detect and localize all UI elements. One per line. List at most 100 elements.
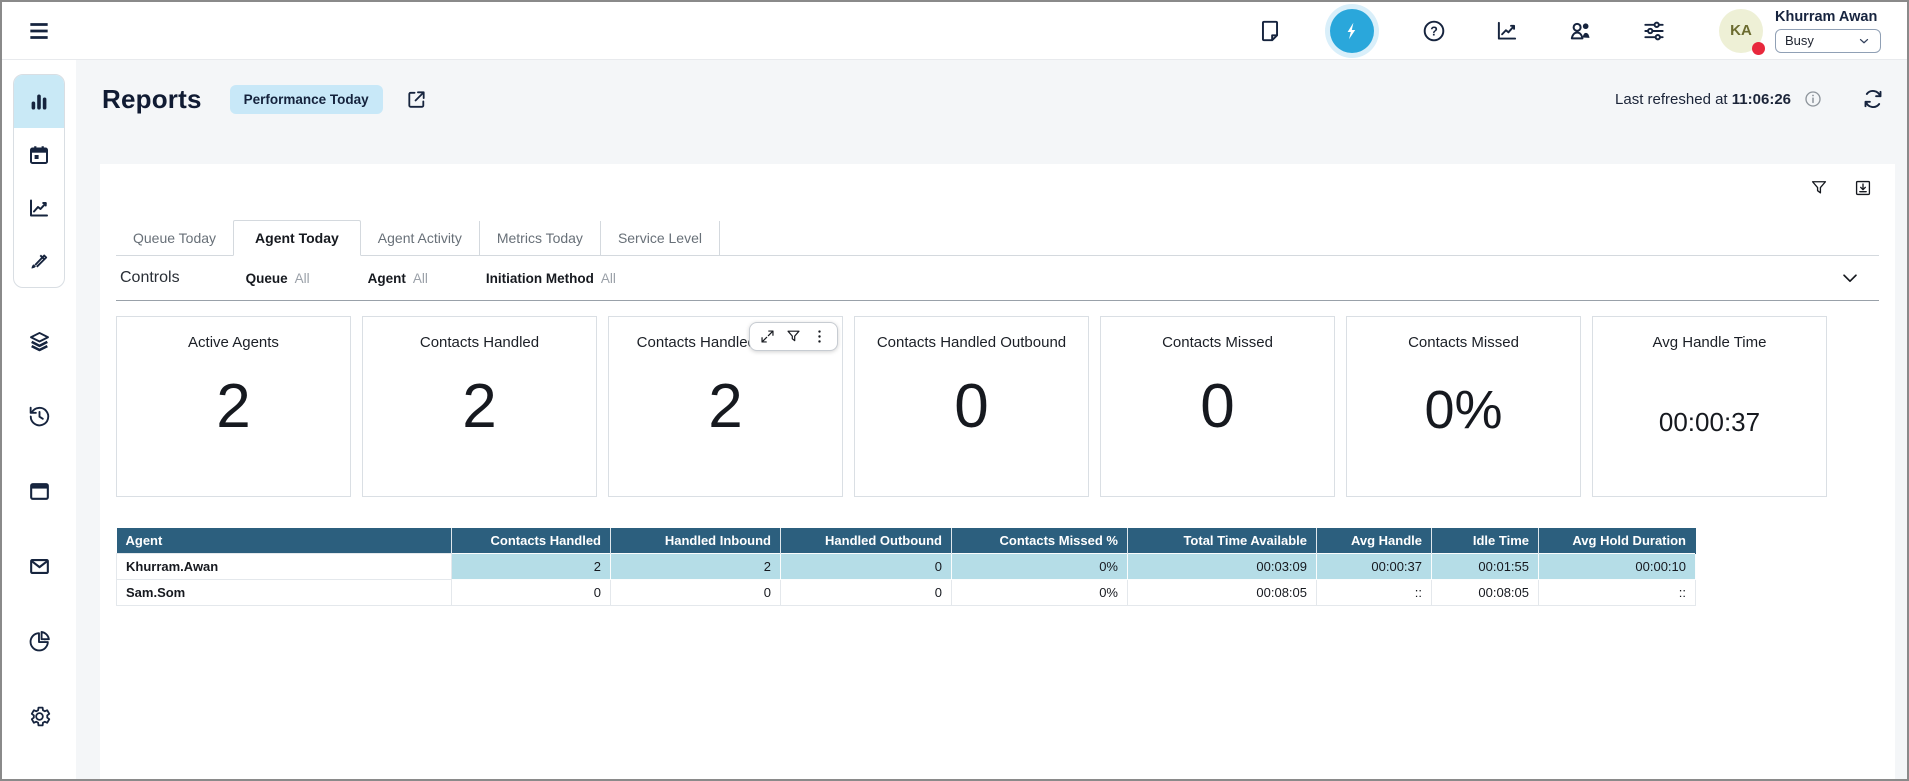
refresh-icon[interactable] — [1861, 87, 1885, 111]
kpi-card-contacts-handled-outbound: Contacts Handled Outbound 0 — [854, 316, 1089, 497]
column-header[interactable]: Contacts Handled — [452, 528, 611, 554]
external-link-icon[interactable] — [405, 88, 428, 111]
tab-service-level[interactable]: Service Level — [601, 221, 720, 255]
filter-initiation-method[interactable]: Initiation MethodAll — [486, 271, 616, 286]
last-refreshed-label: Last refreshed at 11:06:26 — [1615, 91, 1791, 108]
user-name: Khurram Awan — [1775, 9, 1881, 25]
cell: 0 — [611, 580, 781, 606]
preferences-icon[interactable] — [1641, 18, 1667, 44]
column-header[interactable]: Total Time Available — [1128, 528, 1317, 554]
report-badge: Performance Today — [230, 85, 383, 114]
tab-metrics-today[interactable]: Metrics Today — [480, 221, 601, 255]
filter-agent[interactable]: AgentAll — [368, 271, 428, 286]
sidebar-item-settings[interactable] — [13, 689, 65, 743]
table-row: Khurram.Awan 2 2 0 0% 00:03:09 00:00:37 … — [117, 554, 1696, 580]
sidebar — [2, 60, 76, 779]
panel-toolbar — [116, 174, 1879, 202]
cell: :: — [1317, 580, 1432, 606]
info-icon[interactable] — [1803, 89, 1823, 109]
filter-icon[interactable] — [785, 328, 802, 345]
kpi-title: Contacts Handled Outbound — [855, 334, 1088, 351]
sidebar-item-history[interactable] — [13, 389, 65, 443]
report-panel: Queue Today Agent Today Agent Activity M… — [100, 164, 1895, 779]
sidebar-item-design[interactable] — [14, 234, 64, 287]
tab-queue-today[interactable]: Queue Today — [116, 221, 233, 255]
expand-icon[interactable] — [759, 328, 776, 345]
kpi-value: 00:00:37 — [1593, 407, 1826, 438]
column-header[interactable]: Agent — [117, 528, 452, 554]
cell: 0 — [781, 554, 952, 580]
avatar[interactable]: KA — [1719, 9, 1763, 53]
kpi-card-contacts-missed: Contacts Missed 0 — [1100, 316, 1335, 497]
browser-icon — [27, 479, 52, 504]
notes-icon[interactable] — [1257, 18, 1283, 44]
cell: 2 — [611, 554, 781, 580]
bar-chart-icon — [27, 90, 51, 114]
pie-chart-icon — [27, 629, 52, 654]
sidebar-item-browser[interactable] — [13, 464, 65, 518]
user-block: Khurram Awan Busy — [1775, 9, 1881, 53]
calendar-icon — [27, 143, 51, 167]
agents-icon[interactable] — [1567, 17, 1594, 44]
page-header: Reports Performance Today Last refreshed… — [76, 60, 1907, 138]
kebab-icon[interactable] — [811, 328, 828, 345]
cell: 0 — [781, 580, 952, 606]
kpi-value: 2 — [117, 371, 350, 442]
column-header[interactable]: Avg Hold Duration — [1539, 528, 1696, 554]
kpi-title: Contacts Handled — [363, 334, 596, 351]
kpi-card-contacts-missed-pct: Contacts Missed 0% — [1346, 316, 1581, 497]
cell: 00:03:09 — [1128, 554, 1317, 580]
cell: 00:00:10 — [1539, 554, 1696, 580]
help-icon[interactable]: ? — [1421, 18, 1447, 44]
status-select[interactable]: Busy — [1775, 29, 1881, 53]
sidebar-report-group — [13, 74, 65, 288]
mail-icon — [27, 554, 52, 579]
sidebar-item-schedule[interactable] — [14, 128, 64, 181]
avatar-initials: KA — [1730, 22, 1752, 39]
kpi-value: 0 — [855, 371, 1088, 442]
column-header[interactable]: Handled Outbound — [781, 528, 952, 554]
column-header[interactable]: Contacts Missed % — [952, 528, 1128, 554]
column-header[interactable]: Handled Inbound — [611, 528, 781, 554]
history-icon — [27, 404, 52, 429]
kpi-card-avg-handle-time: Avg Handle Time 00:00:37 — [1592, 316, 1827, 497]
agent-table: Agent Contacts Handled Handled Inbound H… — [116, 528, 1696, 606]
download-icon[interactable] — [1853, 178, 1873, 198]
sidebar-item-pie-chart[interactable] — [13, 614, 65, 668]
chevron-down-icon[interactable] — [1839, 267, 1861, 289]
column-header[interactable]: Avg Handle — [1317, 528, 1432, 554]
column-header[interactable]: Idle Time — [1432, 528, 1539, 554]
table-header-row: Agent Contacts Handled Handled Inbound H… — [117, 528, 1696, 554]
filter-icon[interactable] — [1809, 178, 1829, 198]
sidebar-item-mail[interactable] — [13, 539, 65, 593]
status-value: Busy — [1785, 33, 1814, 48]
cell: 00:00:37 — [1317, 554, 1432, 580]
sidebar-item-layers[interactable] — [13, 314, 65, 368]
design-icon — [27, 249, 51, 273]
chevron-down-icon — [1857, 34, 1871, 48]
metrics-icon[interactable] — [1494, 18, 1520, 44]
tab-agent-today[interactable]: Agent Today — [233, 220, 361, 256]
report-tabs: Queue Today Agent Today Agent Activity M… — [116, 220, 1879, 256]
card-hover-toolbar — [749, 322, 838, 351]
last-refreshed-time: 11:06:26 — [1732, 91, 1791, 108]
table-row: Sam.Som 0 0 0 0% 00:08:05 :: 00:08:05 :: — [117, 580, 1696, 606]
kpi-value: 0% — [1347, 379, 1580, 441]
cell-agent: Khurram.Awan — [117, 554, 452, 580]
filter-queue[interactable]: QueueAll — [246, 271, 310, 286]
tab-agent-activity[interactable]: Agent Activity — [361, 221, 480, 255]
cell: 00:08:05 — [1128, 580, 1317, 606]
kpi-card-contacts-handled: Contacts Handled 2 — [362, 316, 597, 497]
kpi-title: Contacts Missed — [1101, 334, 1334, 351]
main-content: Reports Performance Today Last refreshed… — [76, 60, 1907, 779]
sidebar-item-realtime-metrics[interactable] — [14, 75, 64, 128]
hamburger-icon[interactable] — [26, 18, 52, 44]
kpi-value: 2 — [609, 371, 842, 442]
cell: 00:08:05 — [1432, 580, 1539, 606]
kpi-title: Contacts Missed — [1347, 334, 1580, 351]
cell: 0% — [952, 580, 1128, 606]
line-chart-icon — [27, 196, 51, 220]
cell: 0 — [452, 580, 611, 606]
lightning-icon[interactable] — [1330, 9, 1374, 53]
sidebar-item-historical-metrics[interactable] — [14, 181, 64, 234]
